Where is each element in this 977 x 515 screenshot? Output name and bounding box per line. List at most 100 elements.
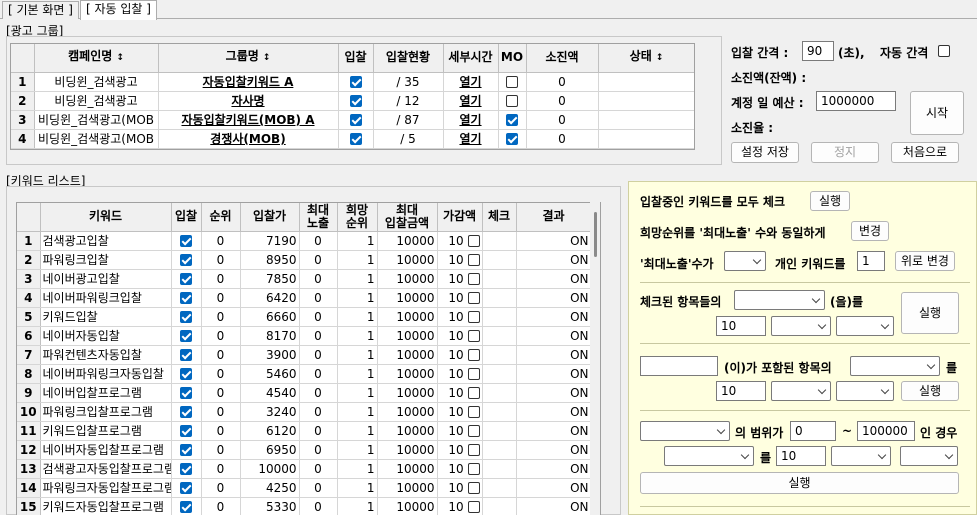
- checkbox[interactable]: [349, 114, 362, 126]
- checkbox[interactable]: [467, 292, 480, 304]
- mo-cell[interactable]: [498, 72, 527, 92]
- table-row[interactable]: 6 네이버자동입찰 0 8170 0 1 10000 10 ON: [17, 326, 592, 346]
- open-detail-link[interactable]: 열기: [459, 94, 481, 108]
- col-kw-bid[interactable]: 입찰: [171, 203, 202, 232]
- checked-run-button[interactable]: 실행: [901, 292, 959, 334]
- checkbox[interactable]: [349, 76, 362, 88]
- kw-bid-cell[interactable]: [171, 250, 202, 270]
- table-row[interactable]: 4 비딩윈_검색광고(MOB 경쟁사(MOB) / 5 열기 0: [11, 129, 694, 149]
- checked-op-select-2[interactable]: [836, 316, 894, 336]
- group-name-link[interactable]: 자동입찰키워드(MOB) A: [181, 113, 314, 127]
- table-row[interactable]: 2 파워링크입찰 0 8950 0 1 10000 10 ON: [17, 250, 592, 270]
- checkbox[interactable]: [180, 387, 192, 399]
- checkbox[interactable]: [180, 444, 192, 456]
- table-row[interactable]: 13 검색광고자동입찰프로그램 0 10000 0 1 10000 10 ON: [17, 459, 592, 479]
- checkbox[interactable]: [467, 368, 480, 380]
- checked-op-select-1[interactable]: [771, 316, 831, 336]
- table-row[interactable]: 8 네이버파워링크자동입찰 0 5460 0 1 10000 10 ON: [17, 364, 592, 384]
- checkbox[interactable]: [467, 387, 480, 399]
- col-bid-status[interactable]: 입찰현황: [373, 44, 444, 73]
- range-from-input[interactable]: 0: [790, 421, 836, 441]
- col-max-exposure[interactable]: 최대 노출: [299, 203, 338, 232]
- table-row[interactable]: 9 네이버입찰프로그램 0 4540 0 1 10000 10 ON: [17, 383, 592, 403]
- checkbox[interactable]: [180, 368, 192, 380]
- detail-time-cell[interactable]: 열기: [443, 110, 499, 130]
- contains-value-input[interactable]: 10: [716, 381, 766, 401]
- table-row[interactable]: 15 키워드자동입찰프로그램 0 5330 0 1 10000 10 ON: [17, 497, 592, 515]
- col-campaign[interactable]: 캠페인명 ↕: [34, 44, 159, 73]
- range-field-select[interactable]: [640, 421, 730, 441]
- open-detail-link[interactable]: 열기: [459, 75, 481, 89]
- col-check[interactable]: 체크: [482, 203, 517, 232]
- col-mo[interactable]: MO: [498, 44, 527, 73]
- group-name-cell[interactable]: 경쟁사(MOB): [158, 129, 339, 149]
- checkbox[interactable]: [467, 235, 480, 247]
- checkbox[interactable]: [467, 482, 480, 494]
- checkbox[interactable]: [467, 406, 480, 418]
- checkbox[interactable]: [349, 133, 362, 145]
- checkbox[interactable]: [180, 463, 192, 475]
- range-target-select[interactable]: [664, 446, 754, 466]
- table-row[interactable]: 5 키워드입찰 0 6660 0 1 10000 10 ON: [17, 307, 592, 327]
- table-row[interactable]: 7 파워컨텐츠자동입찰 0 3900 0 1 10000 10 ON: [17, 345, 592, 365]
- col-bid-price[interactable]: 입찰가: [240, 203, 300, 232]
- kw-bid-cell[interactable]: [171, 326, 202, 346]
- col-delta[interactable]: 가감액: [437, 203, 483, 232]
- checkbox[interactable]: [349, 95, 362, 107]
- mo-cell[interactable]: [498, 110, 527, 130]
- checkbox[interactable]: [180, 406, 192, 418]
- kw-bid-cell[interactable]: [171, 440, 202, 460]
- col-max-bid[interactable]: 최대 입찰금액: [377, 203, 438, 232]
- kw-bid-cell[interactable]: [171, 364, 202, 384]
- save-settings-button[interactable]: 설정 저장: [731, 142, 799, 163]
- contains-field-select[interactable]: [850, 356, 940, 376]
- table-row[interactable]: 3 비딩윈_검색광고(MOB 자동입찰키워드(MOB) A / 87 열기 0: [11, 110, 694, 130]
- reset-button[interactable]: 처음으로: [891, 142, 959, 163]
- range-value-input[interactable]: 10: [776, 446, 826, 466]
- checked-field-select[interactable]: [734, 290, 825, 310]
- checkbox[interactable]: [467, 501, 480, 513]
- col-spent[interactable]: 소진액: [526, 44, 599, 73]
- checkbox[interactable]: [467, 311, 480, 323]
- range-op-select-2[interactable]: [900, 446, 958, 466]
- mo-cell[interactable]: [498, 91, 527, 111]
- col-keyword[interactable]: 키워드: [40, 203, 172, 232]
- table-row[interactable]: 3 네이버광고입찰 0 7850 0 1 10000 10 ON: [17, 269, 592, 289]
- table-row[interactable]: 2 비딩윈_검색광고 자사명 / 12 열기 0: [11, 91, 694, 111]
- table-row[interactable]: 11 키워드입찰프로그램 0 6120 0 1 10000 10 ON: [17, 421, 592, 441]
- kw-bid-cell[interactable]: [171, 345, 202, 365]
- range-to-input[interactable]: 100000: [857, 421, 915, 441]
- checkbox[interactable]: [467, 254, 480, 266]
- bid-cell[interactable]: [338, 91, 374, 111]
- detail-time-cell[interactable]: 열기: [443, 129, 499, 149]
- kw-bid-cell[interactable]: [171, 497, 202, 515]
- checkbox[interactable]: [180, 482, 192, 494]
- kw-bid-cell[interactable]: [171, 383, 202, 403]
- col-group-name[interactable]: 그룹명 ↕: [158, 44, 339, 73]
- group-name-link[interactable]: 자동입찰키워드 A: [203, 75, 294, 89]
- checkbox[interactable]: [467, 273, 480, 285]
- kw-bid-cell[interactable]: [171, 459, 202, 479]
- contains-run-button[interactable]: 실행: [901, 381, 959, 401]
- checkbox[interactable]: [180, 330, 192, 342]
- col-result[interactable]: 결과: [516, 203, 592, 232]
- group-name-cell[interactable]: 자동입찰키워드 A: [158, 72, 339, 92]
- checkbox[interactable]: [180, 349, 192, 361]
- max-exposure-select[interactable]: [724, 251, 766, 271]
- start-button[interactable]: 시작: [910, 91, 964, 135]
- move-up-button[interactable]: 위로 변경: [895, 251, 955, 271]
- table-row[interactable]: 4 네이버파워링크입찰 0 6420 0 1 10000 10 ON: [17, 288, 592, 308]
- tab-basic-screen[interactable]: [ 기본 화면 ]: [2, 1, 79, 19]
- range-run-button[interactable]: 실행: [640, 472, 959, 494]
- kw-bid-cell[interactable]: [171, 231, 202, 251]
- table-row[interactable]: 1 비딩윈_검색광고 자동입찰키워드 A / 35 열기 0: [11, 72, 694, 92]
- table-row[interactable]: 14 파워링크자동입찰프로그램 0 4250 0 1 10000 10 ON: [17, 478, 592, 498]
- mo-cell[interactable]: [498, 129, 527, 149]
- checkbox[interactable]: [180, 501, 192, 513]
- checkbox[interactable]: [180, 235, 192, 247]
- contains-op-select-2[interactable]: [836, 381, 894, 401]
- open-detail-link[interactable]: 열기: [459, 113, 481, 127]
- daily-budget-input[interactable]: 1000000: [816, 91, 896, 111]
- interval-input[interactable]: 90: [802, 41, 834, 61]
- checkbox[interactable]: [180, 273, 192, 285]
